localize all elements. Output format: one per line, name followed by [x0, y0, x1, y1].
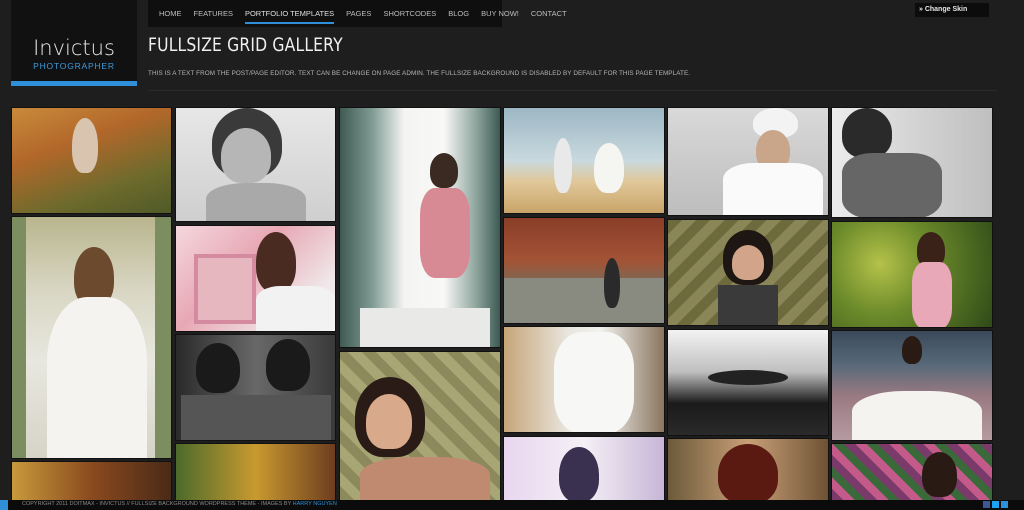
gallery-photo[interactable] [503, 326, 665, 433]
gallery-photo[interactable] [667, 107, 829, 216]
footer: COPYRIGHT 2011 DOITMAX - INVICTUS // FUL… [0, 500, 1024, 510]
gallery-photo[interactable] [11, 216, 172, 459]
social-icons [983, 501, 1008, 508]
gallery-photo[interactable] [831, 221, 993, 328]
page-title: FULLSIZE GRID GALLERY [148, 34, 343, 56]
gallery-photo[interactable] [339, 351, 501, 501]
logo-subtitle: PHOTOGRAPHER [33, 61, 115, 71]
nav-item-contact[interactable]: CONTACT [525, 0, 573, 27]
nav-item-portfolio-templates[interactable]: PORTFOLIO TEMPLATES [239, 0, 340, 27]
credit-link[interactable]: HARRY NGUYEN [293, 501, 337, 507]
gallery-photo[interactable] [831, 107, 993, 218]
logo-name: Invictus [33, 36, 115, 60]
gallery-photo[interactable] [175, 225, 336, 332]
site-logo[interactable]: Invictus PHOTOGRAPHER [11, 0, 137, 86]
gallery-photo[interactable] [667, 438, 829, 501]
nav-item-blog[interactable]: BLOG [442, 0, 475, 27]
nav-item-home[interactable]: HOME [153, 0, 188, 27]
facebook-icon[interactable] [983, 501, 990, 508]
nav-item-shortcodes[interactable]: SHORTCODES [377, 0, 442, 27]
change-skin-button[interactable]: » Change Skin [915, 3, 989, 17]
footer-copyright: COPYRIGHT 2011 DOITMAX - INVICTUS // FUL… [22, 501, 337, 507]
page-description: This is a text from the post/page editor… [148, 70, 691, 77]
gallery-photo[interactable] [175, 107, 336, 222]
main-nav: HOME FEATURES PORTFOLIO TEMPLATES PAGES … [148, 0, 567, 27]
gallery-photo[interactable] [831, 330, 993, 441]
vimeo-icon[interactable] [1001, 501, 1008, 508]
gallery-photo[interactable] [11, 107, 172, 214]
gallery-photo[interactable] [667, 219, 829, 326]
gallery-photo[interactable] [175, 334, 336, 441]
twitter-icon[interactable] [992, 501, 999, 508]
gallery-photo[interactable] [503, 436, 665, 501]
nav-item-pages[interactable]: PAGES [340, 0, 377, 27]
footer-accent [0, 500, 8, 510]
gallery-photo[interactable] [503, 107, 665, 214]
gallery-photo[interactable] [831, 443, 993, 501]
nav-item-buy-now[interactable]: BUY NOW! [475, 0, 525, 27]
gallery-photo[interactable] [175, 443, 336, 501]
gallery-photo[interactable] [667, 329, 829, 436]
gallery-photo[interactable] [503, 217, 665, 324]
copyright-text: COPYRIGHT 2011 DOITMAX - INVICTUS // FUL… [22, 501, 292, 507]
nav-item-features[interactable]: FEATURES [188, 0, 239, 27]
gallery-photo[interactable] [339, 107, 501, 348]
divider [148, 90, 997, 91]
gallery-photo[interactable] [11, 461, 172, 501]
